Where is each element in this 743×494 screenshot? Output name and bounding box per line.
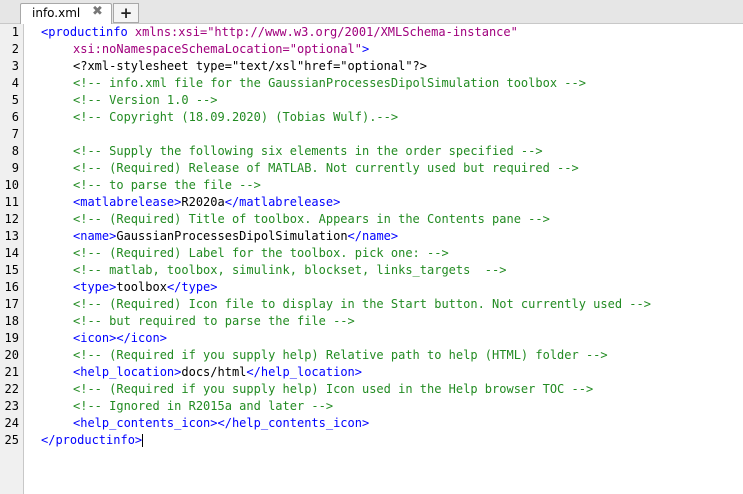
tab-label[interactable]: info.xml [32, 6, 80, 20]
xml-text: GaussianProcessesDipolSimulation [116, 229, 348, 243]
line-number: 3 [11, 59, 19, 73]
code-line-24[interactable]: <help_contents_icon></help_contents_icon… [73, 415, 369, 432]
xml-comment: <!-- matlab, toolbox, simulink, blockset… [73, 263, 507, 277]
code-line-2[interactable]: xsi:noNamespaceSchemaLocation="optional"… [73, 41, 369, 58]
xml-comment: <!-- (Required) Icon file to display in … [73, 297, 651, 311]
xml-comment: <!-- Copyright (18.09.2020) (Tobias Wulf… [73, 110, 399, 124]
line-number: 5 [11, 93, 19, 107]
line-number: 11 [4, 195, 19, 209]
xml-comment: <!-- info.xml file for the GaussianProce… [73, 76, 586, 90]
code-line-8[interactable]: <!-- Supply the following six elements i… [73, 143, 543, 160]
xml-tag: </name> [347, 229, 399, 243]
xml-tag: > [362, 42, 370, 56]
xml-tag: <type> [73, 280, 117, 294]
code-line-15[interactable]: <!-- matlab, toolbox, simulink, blockset… [73, 262, 506, 279]
tab-info-xml[interactable]: info.xml ✖ [20, 3, 112, 24]
code-line-16[interactable]: <type>toolbox</type> [73, 279, 218, 296]
xml-comment: <!-- Version 1.0 --> [73, 93, 218, 107]
xml-text: docs/html [181, 365, 247, 379]
xml-tag: <icon></icon> [73, 331, 167, 345]
line-number: 14 [4, 246, 19, 260]
line-number: 21 [4, 365, 19, 379]
code-line-23[interactable]: <!-- Ignored in R2015a and later --> [73, 398, 333, 415]
code-line-3[interactable]: <?xml-stylesheet type="text/xsl"href="op… [73, 58, 427, 75]
text-cursor [142, 434, 144, 447]
xml-tag: <name> [73, 229, 117, 243]
line-number: 2 [11, 42, 19, 56]
line-number: 15 [4, 263, 19, 277]
xml-tag: <help_location> [73, 365, 182, 379]
code-line-17[interactable]: <!-- (Required) Icon file to display in … [73, 296, 651, 313]
xml-tag: <productinfo [41, 25, 128, 39]
xml-comment: <!-- (Required if you supply help) Relat… [73, 348, 608, 362]
line-number: 17 [4, 297, 19, 311]
code-editor[interactable]: <productinfo xmlns:xsi="http://www.w3.or… [24, 24, 743, 494]
line-number: 7 [11, 127, 19, 141]
xml-attribute: xsi:noNamespaceSchemaLocation= [73, 42, 290, 56]
line-number: 24 [4, 416, 19, 430]
line-number: 22 [4, 382, 19, 396]
xml-text: toolbox [116, 280, 167, 294]
code-line-11[interactable]: <matlabrelease>R2020a</matlabrelease> [73, 194, 340, 211]
xml-comment: <!-- (Required if you supply help) Icon … [73, 382, 594, 396]
code-line-5[interactable]: <!-- Version 1.0 --> [73, 92, 218, 109]
line-number: 13 [4, 229, 19, 243]
line-number: 16 [4, 280, 19, 294]
tab-bar: info.xml ✖ + [0, 0, 743, 24]
code-line-21[interactable]: <help_location>docs/html</help_location> [73, 364, 362, 381]
code-line-1[interactable]: <productinfo xmlns:xsi="http://www.w3.or… [41, 24, 518, 41]
line-number: 9 [11, 161, 19, 175]
xml-comment: <!-- (Required) Label for the toolbox. p… [73, 246, 449, 260]
code-line-9[interactable]: <!-- (Required) Release of MATLAB. Not c… [73, 160, 579, 177]
line-number: 23 [4, 399, 19, 413]
close-icon[interactable]: ✖ [92, 4, 103, 19]
code-line-18[interactable]: <!-- but required to parse the file --> [73, 313, 355, 330]
code-line-25[interactable]: </productinfo> [41, 432, 144, 449]
code-line-14[interactable]: <!-- (Required) Label for the toolbox. p… [73, 245, 449, 262]
xml-tag: </matlabrelease> [224, 195, 341, 209]
xml-comment: <!-- (Required) Release of MATLAB. Not c… [73, 161, 579, 175]
code-line-19[interactable]: <icon></icon> [73, 330, 167, 347]
line-number: 19 [4, 331, 19, 345]
xml-comment: <!-- Supply the following six elements i… [73, 144, 543, 158]
xml-tag: </help_location> [246, 365, 362, 379]
xml-declaration: <?xml-stylesheet type="text/xsl"href="op… [73, 59, 428, 73]
line-number: 6 [11, 110, 19, 124]
xml-tag: <help_contents_icon></help_contents_icon… [73, 416, 370, 430]
line-number: 12 [4, 212, 19, 226]
code-line-20[interactable]: <!-- (Required if you supply help) Relat… [73, 347, 608, 364]
line-number: 25 [4, 433, 19, 447]
code-line-22[interactable]: <!-- (Required if you supply help) Icon … [73, 381, 593, 398]
xml-string: "optional" [289, 42, 362, 56]
line-number: 1 [11, 25, 19, 39]
xml-comment: <!-- but required to parse the file --> [73, 314, 355, 328]
line-number: 8 [11, 144, 19, 158]
line-number: 10 [4, 178, 19, 192]
code-line-4[interactable]: <!-- info.xml file for the GaussianProce… [73, 75, 586, 92]
xml-string: "http://www.w3.org/2001/XMLSchema-instan… [207, 25, 518, 39]
xml-comment: <!-- Ignored in R2015a and later --> [73, 399, 334, 413]
xml-tag: <matlabrelease> [73, 195, 182, 209]
line-number: 18 [4, 314, 19, 328]
code-line-6[interactable]: <!-- Copyright (18.09.2020) (Tobias Wulf… [73, 109, 398, 126]
xml-tag: </type> [166, 280, 218, 294]
line-number: 20 [4, 348, 19, 362]
xml-tag: </productinfo> [41, 433, 143, 447]
xml-comment: <!-- (Required) Title of toolbox. Appear… [73, 212, 550, 226]
new-tab-button[interactable]: + [113, 3, 139, 23]
code-line-13[interactable]: <name>GaussianProcessesDipolSimulation</… [73, 228, 398, 245]
line-number: 4 [11, 76, 19, 90]
code-line-12[interactable]: <!-- (Required) Title of toolbox. Appear… [73, 211, 550, 228]
xml-comment: <!-- to parse the file --> [73, 178, 261, 192]
code-line-10[interactable]: <!-- to parse the file --> [73, 177, 261, 194]
line-number-gutter: 1 2 3 4 5 6 7 8 9 10 11 12 13 14 15 16 1… [0, 24, 24, 494]
xml-text: R2020a [181, 195, 225, 209]
xml-attribute: xmlns:xsi= [127, 25, 208, 39]
